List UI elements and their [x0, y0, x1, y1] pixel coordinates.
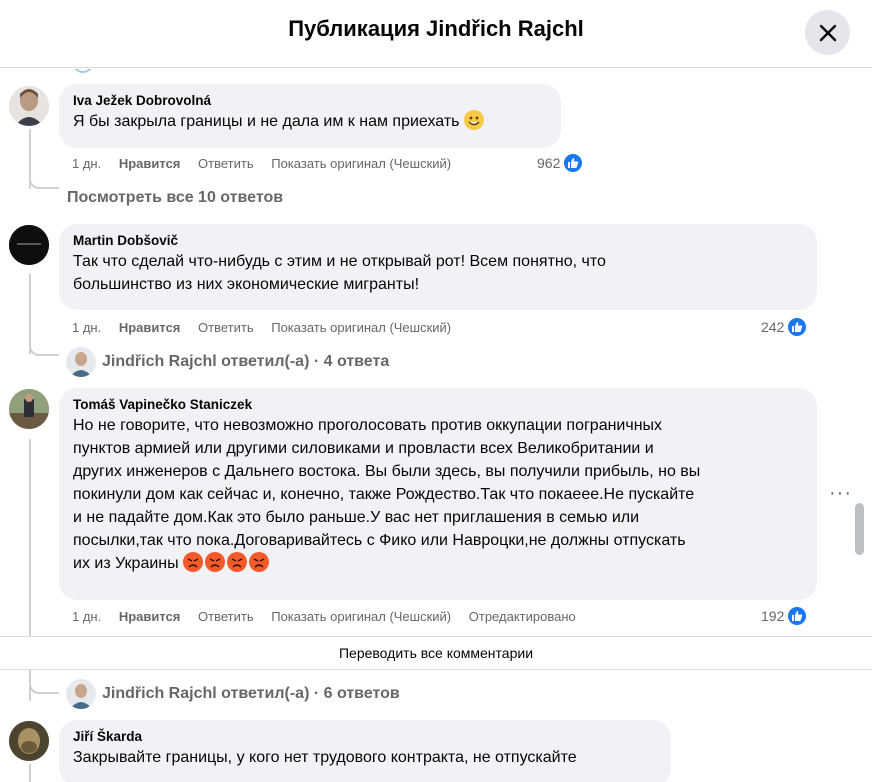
avatar-photo — [9, 86, 49, 126]
grinning-smiling-emoji — [463, 110, 484, 130]
comment-author[interactable]: Tomáš Vapinečko Staniczek — [73, 396, 805, 414]
comment-actions: 1 дн. Нравится Ответить Показать оригина… — [72, 320, 465, 335]
comment-text-line: и не падайте дом.Как это было раньше.У в… — [73, 509, 640, 526]
comment-bubble: Jiří Škarda Закрывайте границы, у кого н… — [59, 720, 671, 782]
reply-author-name: Jindřich Rajchl — [102, 685, 217, 702]
angry-face-emoji — [249, 552, 270, 572]
comment-bubble: Tomáš Vapinečko Staniczek Но не говорите… — [59, 388, 817, 600]
avatar-photo — [9, 721, 49, 761]
comment-author[interactable]: Jiří Škarda — [73, 728, 659, 746]
show-original-button[interactable]: Показать оригинал (Чешский) — [271, 609, 451, 624]
edited-label: Отредактировано — [468, 609, 576, 624]
show-original-button[interactable]: Показать оригинал (Чешский) — [271, 156, 451, 171]
angry-face-emoji — [227, 552, 248, 572]
like-button[interactable]: Нравится — [119, 320, 181, 335]
close-button[interactable] — [805, 10, 850, 55]
more-options-icon[interactable]: ··· — [829, 482, 852, 505]
comment-text: Закрывайте границы, у кого нет трудового… — [73, 749, 577, 766]
comment-text: Я бы закрыла границы и не дала им к нам … — [73, 110, 549, 133]
avatar-photo — [9, 225, 49, 265]
comment-text-line: посылки,так что пока.Договаривайтесь с Ф… — [73, 532, 686, 549]
scrollbar-thumb[interactable] — [855, 503, 864, 555]
comment-text-content: их из Украины — [73, 555, 179, 572]
reply-count-text: ответил(-а) · 4 ответа — [221, 353, 390, 370]
comment-text-line: Но не говорите, что невозможно проголосо… — [73, 417, 663, 434]
avatar[interactable] — [9, 225, 49, 265]
comment-time[interactable]: 1 дн. — [72, 320, 101, 335]
thumbs-up-icon — [562, 152, 585, 174]
reaction-number: 242 — [761, 319, 785, 335]
reply-button[interactable]: Ответить — [198, 156, 254, 171]
comment-text-content: Я бы закрыла границы и не дала им к нам … — [73, 113, 460, 130]
partial-reply-avatar — [72, 69, 94, 73]
comment-text-line: Так что сделай что-нибудь с этим и не от… — [73, 253, 606, 270]
comment-time[interactable]: 1 дн. — [72, 609, 101, 624]
comment-author[interactable]: Martin Dobšovič — [73, 232, 805, 250]
comment-time[interactable]: 1 дн. — [72, 156, 101, 171]
comment-actions: 1 дн. Нравится Ответить Показать оригина… — [72, 609, 590, 624]
comment-author[interactable]: Iva Ježek Dobrovolná — [73, 92, 549, 110]
thumbs-up-icon — [786, 605, 809, 627]
thread-elbow — [29, 342, 59, 356]
reply-button[interactable]: Ответить — [198, 609, 254, 624]
view-all-replies-link[interactable]: Посмотреть все 10 ответов — [67, 189, 283, 207]
replies-thread-link[interactable]: Jindřich Rajchl ответил(-а) · 4 ответа — [66, 347, 389, 377]
reply-author-avatar — [66, 347, 96, 377]
like-button[interactable]: Нравится — [119, 609, 181, 624]
comment-text-line: пунктов армией или другими силовиками и … — [73, 440, 654, 457]
comment-bubble: Martin Dobšovič Так что сделай что-нибуд… — [59, 224, 817, 310]
reaction-number: 192 — [761, 608, 785, 624]
thread-elbow — [29, 674, 59, 694]
comment-bubble: Iva Ježek Dobrovolná Я бы закрыла границ… — [59, 84, 561, 148]
comment-text-line: большинство из них экономические мигрант… — [73, 276, 420, 293]
comment-text-line: их из Украины — [73, 552, 805, 575]
avatar[interactable] — [9, 86, 49, 126]
replies-thread-link[interactable]: Jindřich Rajchl ответил(-а) · 6 ответов — [66, 679, 400, 709]
reply-count-text: ответил(-а) · 6 ответов — [221, 685, 400, 702]
reaction-number: 962 — [537, 155, 561, 171]
comments-list: Iva Ježek Dobrovolná Я бы закрыла границ… — [0, 69, 872, 782]
comment-actions: 1 дн. Нравится Ответить Показать оригина… — [72, 156, 465, 171]
reaction-count[interactable]: 192 — [761, 605, 809, 627]
comment-text-line: покинули дом как сейчас и, конечно, такж… — [73, 486, 695, 503]
reply-author-avatar — [66, 679, 96, 709]
dialog-header: Публикация Jindřich Rajchl — [0, 0, 872, 68]
angry-face-emoji — [183, 552, 204, 572]
avatar[interactable] — [9, 389, 49, 429]
reply-author-name: Jindřich Rajchl — [102, 353, 217, 370]
thread-line — [29, 764, 31, 782]
close-icon — [819, 24, 836, 41]
thumbs-up-icon — [786, 316, 809, 338]
avatar-photo — [9, 389, 49, 429]
angry-face-emoji — [205, 552, 226, 572]
translate-all-comments-button[interactable]: Переводить все комментарии — [0, 636, 872, 670]
thread-elbow — [29, 175, 59, 189]
reaction-count[interactable]: 962 — [537, 152, 585, 174]
reaction-count[interactable]: 242 — [761, 316, 809, 338]
reply-button[interactable]: Ответить — [198, 320, 254, 335]
show-original-button[interactable]: Показать оригинал (Чешский) — [271, 320, 451, 335]
comment-text-line: других инженеров с Дальнего востока. Вы … — [73, 463, 701, 480]
avatar[interactable] — [9, 721, 49, 761]
dialog-title: Публикация Jindřich Rajchl — [288, 16, 584, 41]
like-button[interactable]: Нравится — [119, 156, 181, 171]
